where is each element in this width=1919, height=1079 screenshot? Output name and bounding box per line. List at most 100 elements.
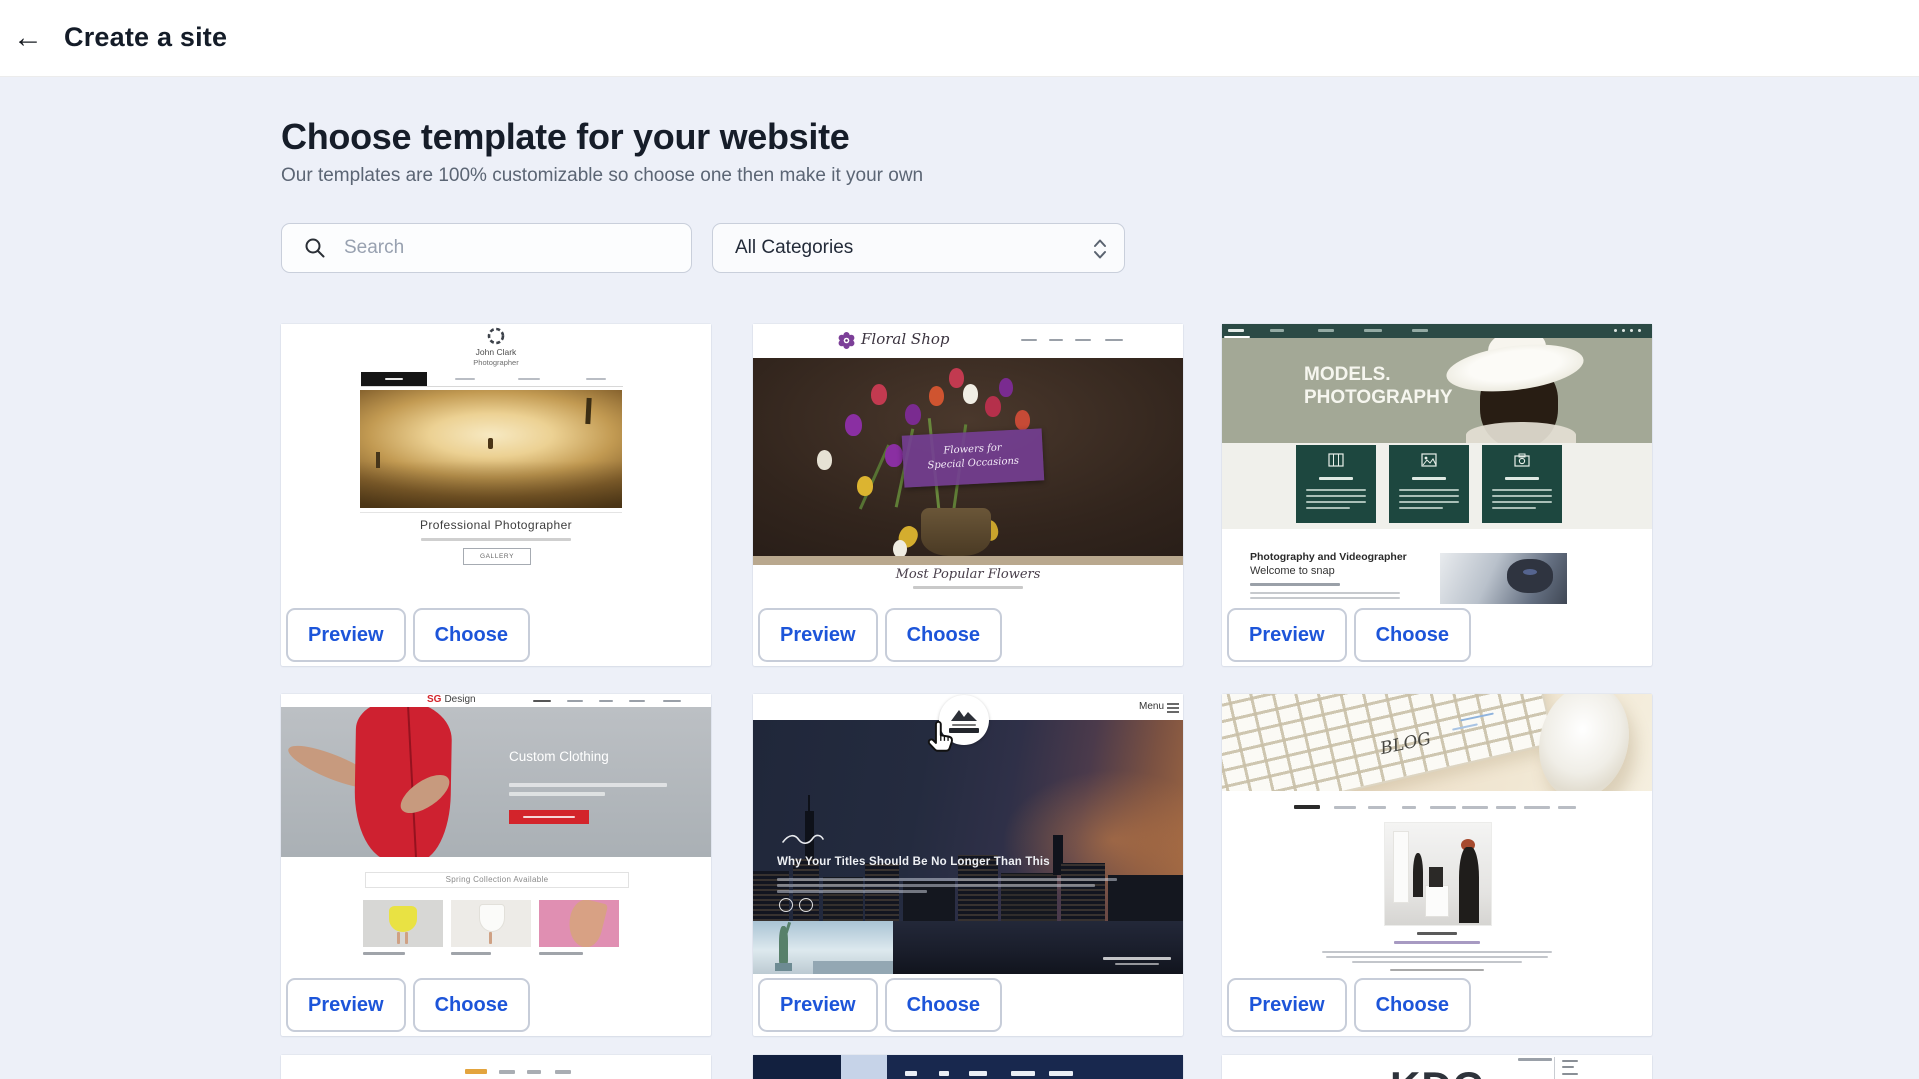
- text-bar: [663, 700, 681, 702]
- mini-navbar: [361, 372, 623, 387]
- text-bar: [1368, 806, 1386, 809]
- choose-button[interactable]: Choose: [1354, 978, 1471, 1032]
- statue-of-liberty-photo-illustration: [753, 921, 893, 974]
- text-bar: [1049, 1071, 1073, 1076]
- chevron-up-down-icon: [1092, 237, 1108, 261]
- script-flourish: [781, 832, 825, 846]
- template-thumbnail-photographer[interactable]: John Clark Photographer Professional Pho…: [281, 324, 711, 604]
- red-dress-hero-illustration: Custom Clothing: [281, 707, 711, 857]
- choose-button[interactable]: Choose: [885, 978, 1002, 1032]
- film-icon: [1328, 453, 1344, 467]
- search-icon: [304, 237, 326, 259]
- text-bar: [1021, 339, 1037, 341]
- template-card-sg-design: SGDesign Custom Clothing Spring Collecti…: [281, 694, 711, 1036]
- template-thumbnail-travel-city[interactable]: Menu Why Your Ti: [753, 694, 1183, 974]
- choose-button[interactable]: Choose: [413, 608, 530, 662]
- template-card-row3-left: [281, 1055, 711, 1079]
- card-actions: Preview Choose: [753, 604, 1183, 666]
- category-select[interactable]: All Categories: [712, 223, 1125, 273]
- text-bar: [1402, 806, 1416, 809]
- template-thumbnail-row3-left[interactable]: [281, 1055, 711, 1079]
- text-bar: [451, 952, 491, 955]
- template-card-models-photography: MODELS. PHOTOGRAPHY: [1222, 324, 1652, 666]
- text-bar: [1562, 1060, 1578, 1062]
- preview-button[interactable]: Preview: [286, 978, 406, 1032]
- text-bar: [1011, 1071, 1035, 1076]
- template-thumbnail-models-photography[interactable]: MODELS. PHOTOGRAPHY: [1222, 324, 1652, 604]
- text-bar: [1049, 339, 1063, 341]
- preview-button[interactable]: Preview: [1227, 608, 1347, 662]
- text-bar: [1334, 806, 1356, 809]
- text-bar: [421, 538, 571, 541]
- template-thumbnail-floral-shop[interactable]: Floral Shop: [753, 324, 1183, 604]
- preview-button[interactable]: Preview: [758, 608, 878, 662]
- flower-logo-icon: [837, 331, 856, 350]
- mini-brand: KDC: [1390, 1063, 1484, 1079]
- night-sky-photo-illustration: [893, 921, 1183, 974]
- text-bar: [1326, 956, 1548, 958]
- text-bar: [1562, 1073, 1578, 1075]
- templates-heading: Choose template for your website: [281, 116, 850, 158]
- mini-feature-panels: [1222, 443, 1652, 529]
- preview-button[interactable]: Preview: [758, 978, 878, 1032]
- preview-button[interactable]: Preview: [286, 608, 406, 662]
- mini-logo-role: Photographer: [281, 358, 711, 367]
- templates-subheading: Our templates are 100% customizable so c…: [281, 165, 923, 187]
- mini-logo-name: John Clark: [281, 347, 711, 357]
- text-bar: [533, 700, 551, 702]
- template-thumbnail-sg-design[interactable]: SGDesign Custom Clothing Spring Collecti…: [281, 694, 711, 974]
- mini-brand: Floral Shop: [861, 330, 949, 348]
- template-thumbnail-blog[interactable]: BLOG: [1222, 694, 1652, 974]
- card-actions: Preview Choose: [753, 974, 1183, 1036]
- text-bar: [1322, 951, 1552, 953]
- template-thumbnail-row3-middle[interactable]: [753, 1055, 1183, 1079]
- mini-product-pink: [539, 900, 619, 947]
- text-bar: [555, 1070, 571, 1074]
- mini-subheading: Welcome to snap: [1250, 565, 1335, 577]
- template-card-floral-shop: Floral Shop: [753, 324, 1183, 666]
- text-bar: [905, 1071, 917, 1076]
- search-box[interactable]: [281, 223, 692, 273]
- text-bar: [629, 700, 645, 702]
- text-bar: [363, 952, 405, 955]
- card-actions: Preview Choose: [281, 604, 711, 666]
- template-thumbnail-kdc[interactable]: KDC: [1222, 1055, 1652, 1079]
- mini-banner: Flowers for Special Occasions: [902, 428, 1045, 487]
- template-card-travel-city: Menu Why Your Ti: [753, 694, 1183, 1036]
- text-bar: [969, 1071, 987, 1076]
- text-bar: [1390, 969, 1484, 971]
- choose-button[interactable]: Choose: [1354, 608, 1471, 662]
- choose-button[interactable]: Choose: [885, 608, 1002, 662]
- template-card-blog: BLOG: [1222, 694, 1652, 1036]
- preview-button[interactable]: Preview: [1227, 978, 1347, 1032]
- mini-brand: SGDesign: [427, 694, 476, 705]
- text-bar: [1250, 583, 1340, 586]
- text-bar: [1294, 805, 1320, 809]
- text-bar: [1558, 806, 1576, 809]
- text-bar: [1105, 339, 1123, 341]
- hamburger-menu-icon: [1167, 703, 1179, 713]
- sunset-field-photo-illustration: [360, 390, 622, 508]
- search-input[interactable]: [342, 236, 646, 260]
- tulip-bouquet-photo-illustration: Flowers for Special Occasions: [753, 358, 1183, 565]
- text-bar: [1524, 806, 1550, 809]
- mini-heading: Most Popular Flowers: [753, 567, 1183, 582]
- text-bar: [499, 1070, 515, 1074]
- mini-product-white-dress: [451, 900, 531, 947]
- page-title: Create a site: [64, 22, 227, 53]
- card-actions: Preview Choose: [1222, 974, 1652, 1036]
- template-card-row3-middle: [753, 1055, 1183, 1079]
- text-bar: [1496, 806, 1516, 809]
- text-bar: [1462, 806, 1488, 809]
- text-bar: [599, 700, 613, 702]
- mini-active-tab: [841, 1055, 887, 1079]
- template-card-photographer: John Clark Photographer Professional Pho…: [281, 324, 711, 666]
- camera-icon: [1514, 453, 1530, 467]
- mini-gallery-photo-illustration: [1384, 822, 1492, 926]
- text-bar: [539, 952, 583, 955]
- back-button[interactable]: ←: [10, 20, 46, 56]
- category-selected-value: All Categories: [735, 237, 853, 259]
- mini-divider: [1554, 1057, 1555, 1079]
- choose-button[interactable]: Choose: [413, 978, 530, 1032]
- model-hero-illustration: MODELS. PHOTOGRAPHY: [1222, 338, 1652, 443]
